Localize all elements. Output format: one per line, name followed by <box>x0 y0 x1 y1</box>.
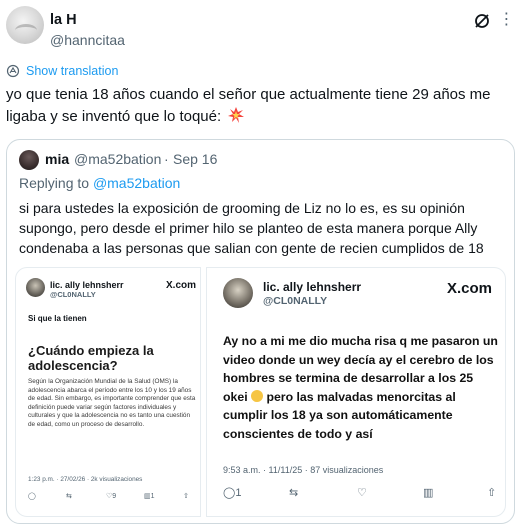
image-author-name: lic. ally lehnsherr <box>50 280 124 290</box>
quoted-tweet[interactable]: mia @ma52bation · Sep 16 Replying to @ma… <box>6 139 515 524</box>
author-name[interactable]: la H <box>50 12 77 28</box>
image-avatar <box>223 278 253 308</box>
reply-icon: ◯1 <box>223 487 242 499</box>
quote-author-handle[interactable]: @ma52bation <box>74 151 161 167</box>
replying-to-label: Replying to <box>19 175 93 191</box>
media-image-left[interactable]: lic. ally lehnsherr @CL0NALLY X.com Si q… <box>15 267 201 517</box>
media-image-right[interactable]: lic. ally lehnsherr @CL0NALLY X.com Ay n… <box>206 267 506 517</box>
image-heading: ¿Cuándo empieza la adolescencia? <box>28 343 154 373</box>
retweet-icon: ⇆ <box>66 493 72 500</box>
image-avatar <box>26 278 45 297</box>
tweet: la H @hanncitaa ⋮ Show translation yo qu… <box>0 0 521 530</box>
x-logo-text: X.com <box>447 280 493 297</box>
tweet-text: yo que tenia 18 años cuando el señor que… <box>6 84 516 128</box>
image-author-handle: @CL0NALLY <box>263 295 328 307</box>
separator-dot: · <box>164 151 169 167</box>
quote-text: si para ustedes la exposición de groomin… <box>19 200 484 256</box>
x-logo-text: X.com <box>166 280 197 291</box>
collision-emoji-icon <box>228 107 245 123</box>
quote-author-name[interactable]: mia <box>45 151 69 167</box>
like-icon: ♡9 <box>106 493 117 500</box>
image-meta: 1:23 p.m. · 27/02/26 · 2k visualizacione… <box>28 476 143 483</box>
grok-icon[interactable] <box>473 12 491 30</box>
share-icon: ⇧ <box>487 487 497 499</box>
image-text-line: Si que la tienen <box>28 314 87 323</box>
image-author-handle: @CL0NALLY <box>50 290 96 299</box>
image-action-bar: ◯ ⇆ ♡9 ▥1 ⇧ <box>28 492 193 506</box>
quote-date[interactable]: Sep 16 <box>173 151 217 167</box>
pleading-face-emoji-icon <box>251 389 264 402</box>
avatar[interactable] <box>6 6 44 44</box>
more-icon[interactable]: ⋮ <box>497 12 515 30</box>
quote-avatar[interactable] <box>19 150 39 170</box>
retweet-icon: ⇆ <box>289 487 299 499</box>
show-translation[interactable]: Show translation <box>6 64 118 78</box>
replying-to-handle[interactable]: @ma52bation <box>93 175 180 191</box>
image-body: Según la Organización Mundial de la Salu… <box>28 378 196 428</box>
globe-icon <box>6 64 20 78</box>
replying-to: Replying to @ma52bation <box>19 175 180 191</box>
like-icon: ♡ <box>357 487 367 499</box>
views-icon: ▥1 <box>144 493 155 500</box>
reply-icon: ◯ <box>28 493 36 500</box>
reply-count: 1 <box>235 487 242 499</box>
image-meta: 9:53 a.m. · 11/11/25 · 87 visualizacione… <box>223 465 384 475</box>
like-count: 9 <box>112 493 117 500</box>
share-icon: ⇧ <box>183 493 189 500</box>
image-author-name: lic. ally lehnsherr <box>263 280 362 294</box>
views-icon: ▥ <box>423 487 434 499</box>
translate-label[interactable]: Show translation <box>26 64 118 78</box>
views-count: 1 <box>150 493 155 500</box>
tweet-text-content: yo que tenia 18 años cuando el señor que… <box>6 86 491 125</box>
image-body: Ay no a mi me dio mucha risa q me pasaro… <box>223 332 501 443</box>
author-handle[interactable]: @hanncitaa <box>50 32 125 48</box>
image-action-bar: ◯1 ⇆ ♡ ▥ ⇧ <box>223 486 499 504</box>
